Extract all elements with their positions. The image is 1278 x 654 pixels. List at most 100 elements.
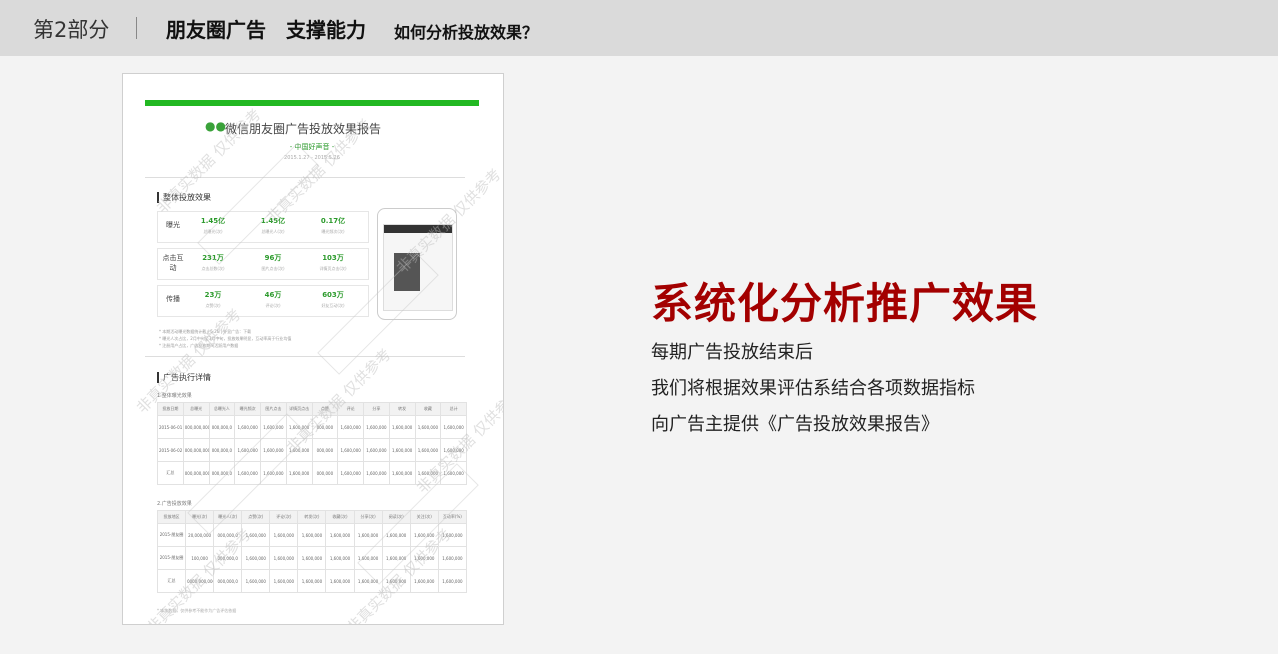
metric-value: 603万: [322, 291, 344, 299]
page-title: 朋友圈广告 支撑能力: [166, 18, 366, 42]
divider: [145, 356, 465, 357]
table-cell: 2015-06-02: [157, 438, 184, 462]
description-line: 每期广告投放结束后: [651, 342, 813, 363]
metric-label: 总曝光(次): [203, 229, 223, 234]
table-cell: 1,600,000: [353, 546, 383, 570]
table-cell: 0000,000,000: [185, 569, 215, 593]
table-cell: 1,600,000: [337, 415, 364, 439]
metric-label: 曝光频次(次): [321, 229, 345, 234]
table-cell: 1,600,000: [269, 523, 299, 547]
table-row: 2015-朋友圈 100,000 000,000,0 1,600,000 1,600,0…: [156, 546, 468, 570]
table-cell: 000,000,0: [208, 461, 236, 485]
table-cell: 1,600,000: [337, 438, 364, 462]
table-cell: 1,600,000: [241, 523, 271, 547]
table-cell: 000,000: [311, 415, 339, 439]
table-row: 2015-06-01 000,000,000 000,000,0 1,600,000 1…: [157, 415, 467, 439]
metric-value: 231万: [202, 254, 224, 262]
table-cell: 1,600,000: [440, 438, 467, 462]
table-cell: 000,000,000: [182, 438, 210, 462]
section-heading: 广告执行详情: [157, 372, 211, 383]
metric-value: 103万: [322, 254, 344, 262]
stat-row: 传播 23万 点赞(次) 46万 评论(次) 603万 好友互动(次): [157, 285, 369, 317]
headline: 系统化分析推广效果: [651, 279, 1039, 328]
table-header-cell: 点赞: [311, 402, 339, 416]
table-cell: 1,600,000: [234, 461, 261, 485]
report-title: 微信朋友圈广告投放效果报告: [225, 122, 382, 136]
table-cell: 1,600,000: [269, 569, 299, 593]
table-cell: 1,600,000: [437, 523, 468, 547]
report-image: ●● 微信朋友圈广告投放效果报告 - 中国好声音 - 2015.1.27 - 2…: [122, 73, 504, 625]
table-cell: 1,600,000: [381, 569, 411, 593]
table-cell: 000,000: [311, 438, 339, 462]
delivery-table: 投放地区 曝光(次) 曝光人(次) 点赞(次) 评论(次) 转发(次) 收藏(次) 分享(次)…: [156, 510, 468, 593]
table-row: 2015-06-02 000,000,000 000,000,0 1,600,000 1…: [157, 438, 467, 462]
table-cell: 000,000,0: [213, 523, 243, 547]
table-cell: 1,600,000: [381, 546, 411, 570]
table-cell: 2015-朋友圈: [156, 523, 187, 547]
report-notes: * 本期活动曝光数据统计截止5.26 | 外显广告：下载 * 曝光人次占比，2月…: [159, 328, 459, 349]
table-cell: 1,600,000: [440, 461, 467, 485]
table-header-cell: 总曝光: [182, 402, 210, 416]
metric-value: 46万: [264, 291, 282, 299]
table-cell: 000,000,0: [213, 546, 243, 570]
table-header-cell: 投放日期: [157, 402, 184, 416]
metric-value: 1.45亿: [260, 217, 286, 225]
table-header-cell: 图片点击: [260, 402, 287, 416]
table-header-cell: 总计: [440, 402, 467, 416]
description-line: 我们将根据效果评估系结合各项数据指标: [651, 378, 975, 399]
wechat-icon: ●●: [205, 119, 226, 133]
table-header-cell: 评论: [337, 402, 364, 416]
description-line: 向广告主提供《广告投放效果报告》: [651, 414, 939, 435]
table-cell: 1,600,000: [297, 523, 327, 547]
table-cell: 1,600,000: [285, 461, 313, 485]
report-date: 2015.1.27 - 2015.5.26: [284, 155, 340, 161]
table-cell: 1,600,000: [325, 523, 355, 547]
exposure-table: 投放日期 总曝光 总曝光人 曝光频次 图片点击 详情页点击 点赞 评论 分享 转发 收藏 总计 2015…: [157, 402, 467, 485]
report-footnote: * 本次数据，仅供参考不能作为广告评估依据: [157, 608, 237, 613]
table-cell: 1,600,000: [260, 438, 287, 462]
table-cell: 1,600,000: [388, 415, 416, 439]
table-cell: 1,600,000: [409, 569, 439, 593]
metric-label: 图片点击(次): [261, 266, 285, 271]
divider: [145, 177, 465, 178]
report-top-bar: [145, 100, 479, 106]
table-cell: 1,600,000: [409, 523, 439, 547]
table-row: 汇总 0000,000,000 000,000,0 1,600,000 1,600,00…: [156, 569, 468, 593]
table-cell: 汇总: [157, 461, 184, 485]
table-cell: 000,000,0: [208, 438, 236, 462]
stat-row: 点击互动 231万 点击总数(次) 96万 图片点击(次) 103万 详情页点击(次): [157, 248, 369, 280]
header-divider: [136, 17, 137, 39]
table-header-cell: 转发: [388, 402, 416, 416]
table-cell: 1,600,000: [353, 523, 383, 547]
table-cell: 1,600,000: [337, 461, 364, 485]
table-cell: 1,600,000: [363, 461, 390, 485]
table-row: 汇总 000,000,000 000,000,0 1,600,000 1,600,000…: [157, 461, 467, 485]
metric-label: 点赞(次): [205, 303, 221, 308]
table-cell: 1,600,000: [363, 438, 390, 462]
table-cell: 1,600,000: [437, 569, 468, 593]
table-cell: 2015-06-01: [157, 415, 184, 439]
table-header-cell: 总曝光人: [208, 402, 236, 416]
metric-label: 好友互动(次): [321, 303, 345, 308]
table-header-cell: 阅读(次): [381, 510, 411, 524]
table-cell: 1,600,000: [437, 546, 468, 570]
metric-label: 详情页点击(次): [319, 266, 347, 271]
table-cell: 1,600,000: [353, 569, 383, 593]
table-header-cell: 曝光(次): [185, 510, 215, 524]
page-subtitle: 如何分析投放效果？: [394, 23, 539, 42]
table-cell: 1,600,000: [297, 569, 327, 593]
stat-row: 曝光 1.45亿 总曝光(次) 1.45亿 总曝光人(次) 0.17亿 曝光频次(次): [157, 211, 369, 243]
table-header-row: 投放地区 曝光(次) 曝光人(次) 点赞(次) 评论(次) 转发(次) 收藏(次) 分享(次)…: [156, 510, 468, 524]
table-cell: 1,600,000: [414, 438, 442, 462]
phone-screen: [383, 224, 453, 311]
table-header-cell: 收藏(次): [325, 510, 355, 524]
metric-value: 23万: [204, 291, 222, 299]
table-row: 2015-朋友圈 20,000,000 000,000,0 1,600,000 1,60…: [156, 523, 468, 547]
table-cell: 1,600,000: [285, 438, 313, 462]
table-cell: 1,600,000: [297, 546, 327, 570]
metric-label: 评论(次): [265, 303, 281, 308]
table-cell: 1,600,000: [440, 415, 467, 439]
table-header-cell: 点赞(次): [241, 510, 271, 524]
table-cell: 2015-朋友圈: [156, 546, 187, 570]
table-header-cell: 曝光人(次): [213, 510, 243, 524]
